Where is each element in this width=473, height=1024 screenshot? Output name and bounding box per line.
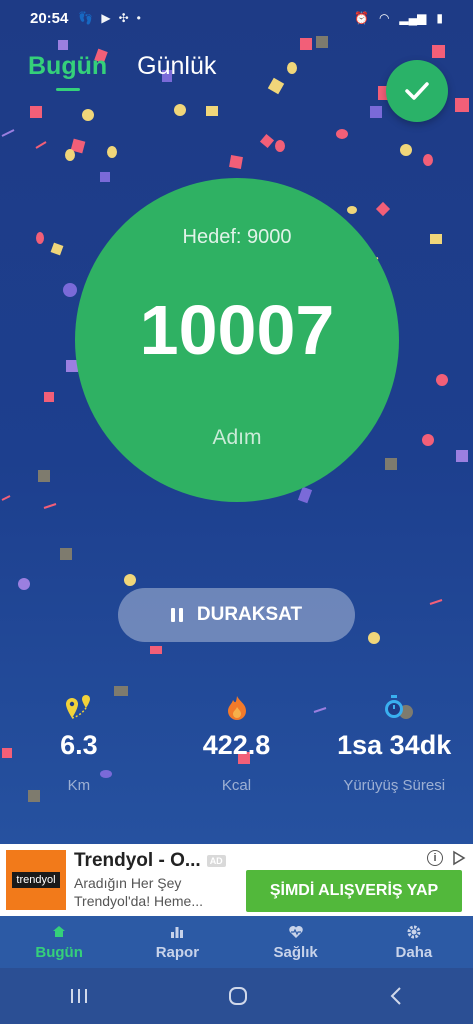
notification-icons: 👣 ▶ ✣ • (78, 11, 140, 25)
battery-icon: ▮ (436, 11, 443, 25)
tab-daily[interactable]: Günlük (137, 52, 216, 81)
signal-icon: ▂▄▆ (399, 11, 427, 25)
tab-today[interactable]: Bugün (28, 52, 107, 91)
top-tabs: Bugün Günlük (28, 52, 216, 91)
confirm-button[interactable] (386, 60, 448, 122)
nav-item-more[interactable]: Daha (355, 916, 473, 968)
heart-pulse-icon (288, 924, 304, 940)
nav-label-report: Rapor (155, 943, 200, 961)
back-icon[interactable] (388, 986, 404, 1006)
alarm-icon: ⏰ (353, 11, 369, 25)
distance-label: Km (67, 777, 91, 794)
step-unit-label: Adım (212, 426, 262, 449)
gear-icon (407, 924, 421, 940)
ad-logo: trendyol (6, 850, 66, 910)
info-icon[interactable]: i (427, 850, 443, 866)
step-goal-label: Hedef: 9000 (182, 226, 292, 248)
ad-logo-text: trendyol (12, 872, 60, 888)
stat-distance: 6.3 Km (0, 692, 158, 794)
duration-value: 1sa 34dk (337, 730, 452, 760)
bar-chart-icon (170, 924, 184, 940)
dot-icon: • (136, 11, 141, 25)
youtube-icon: ▶ (101, 11, 111, 25)
status-bar: 20:54 👣 ▶ ✣ • ⏰ ◠ ▂▄▆ ▮ (0, 0, 473, 36)
pause-icon (170, 608, 183, 622)
system-navigation-bar (0, 968, 473, 1024)
recent-apps-icon[interactable] (69, 987, 89, 1005)
ad-banner[interactable]: trendyol Trendyol - O... AD Aradığın Her… (0, 844, 473, 916)
home-button-icon[interactable] (227, 985, 249, 1007)
nav-item-today[interactable]: Bugün (0, 916, 118, 968)
ad-title: Trendyol - O... (74, 850, 201, 871)
activity-stats: 6.3 Km 422.8 Kcal 1sa 34dk Yürüyüş Süres… (0, 692, 473, 794)
stat-calories: 422.8 Kcal (158, 692, 316, 794)
pause-button-label: DURAKSAT (196, 604, 303, 625)
stat-duration: 1sa 34dk Yürüyüş Süresi (315, 692, 473, 794)
checkmark-icon (405, 82, 429, 100)
calories-label: Kcal (221, 777, 252, 794)
pause-button[interactable]: DURAKSAT (118, 588, 355, 642)
home-icon (52, 924, 66, 940)
ad-choices-icon[interactable] (451, 850, 467, 866)
footsteps-icon: 👣 (78, 11, 94, 25)
status-time: 20:54 (30, 9, 69, 27)
nav-label-today: Bugün (35, 943, 83, 961)
stopwatch-icon (315, 692, 473, 722)
duration-label: Yürüyüş Süresi (343, 777, 446, 794)
step-progress-circle: Hedef: 9000 10007 Adım (75, 178, 399, 502)
nav-label-more: Daha (395, 943, 433, 961)
wifi-icon: ◠ (378, 11, 390, 25)
nav-item-health[interactable]: Sağlık (237, 916, 355, 968)
bottom-navigation: Bugün Rapor Sağlık Daha (0, 916, 473, 968)
step-count: 10007 (139, 291, 335, 369)
ad-badge: AD (206, 855, 226, 867)
nav-item-report[interactable]: Rapor (118, 916, 236, 968)
location-pins-icon (0, 692, 158, 722)
ad-description: Aradığın Her Şey Trendyol'da! Heme... (74, 875, 203, 909)
system-status-icons: ⏰ ◠ ▂▄▆ ▮ (354, 11, 443, 25)
ad-text: Trendyol - O... AD Aradığın Her Şey Tren… (74, 850, 244, 910)
ad-cta-button[interactable]: ŞİMDİ ALIŞVERİŞ YAP (246, 870, 462, 912)
pinwheel-icon: ✣ (118, 11, 129, 25)
flame-icon (158, 692, 316, 722)
calories-value: 422.8 (202, 730, 271, 760)
ad-title-row: Trendyol - O... AD (74, 850, 244, 872)
nav-label-health: Sağlık (273, 943, 318, 961)
distance-value: 6.3 (60, 730, 98, 760)
